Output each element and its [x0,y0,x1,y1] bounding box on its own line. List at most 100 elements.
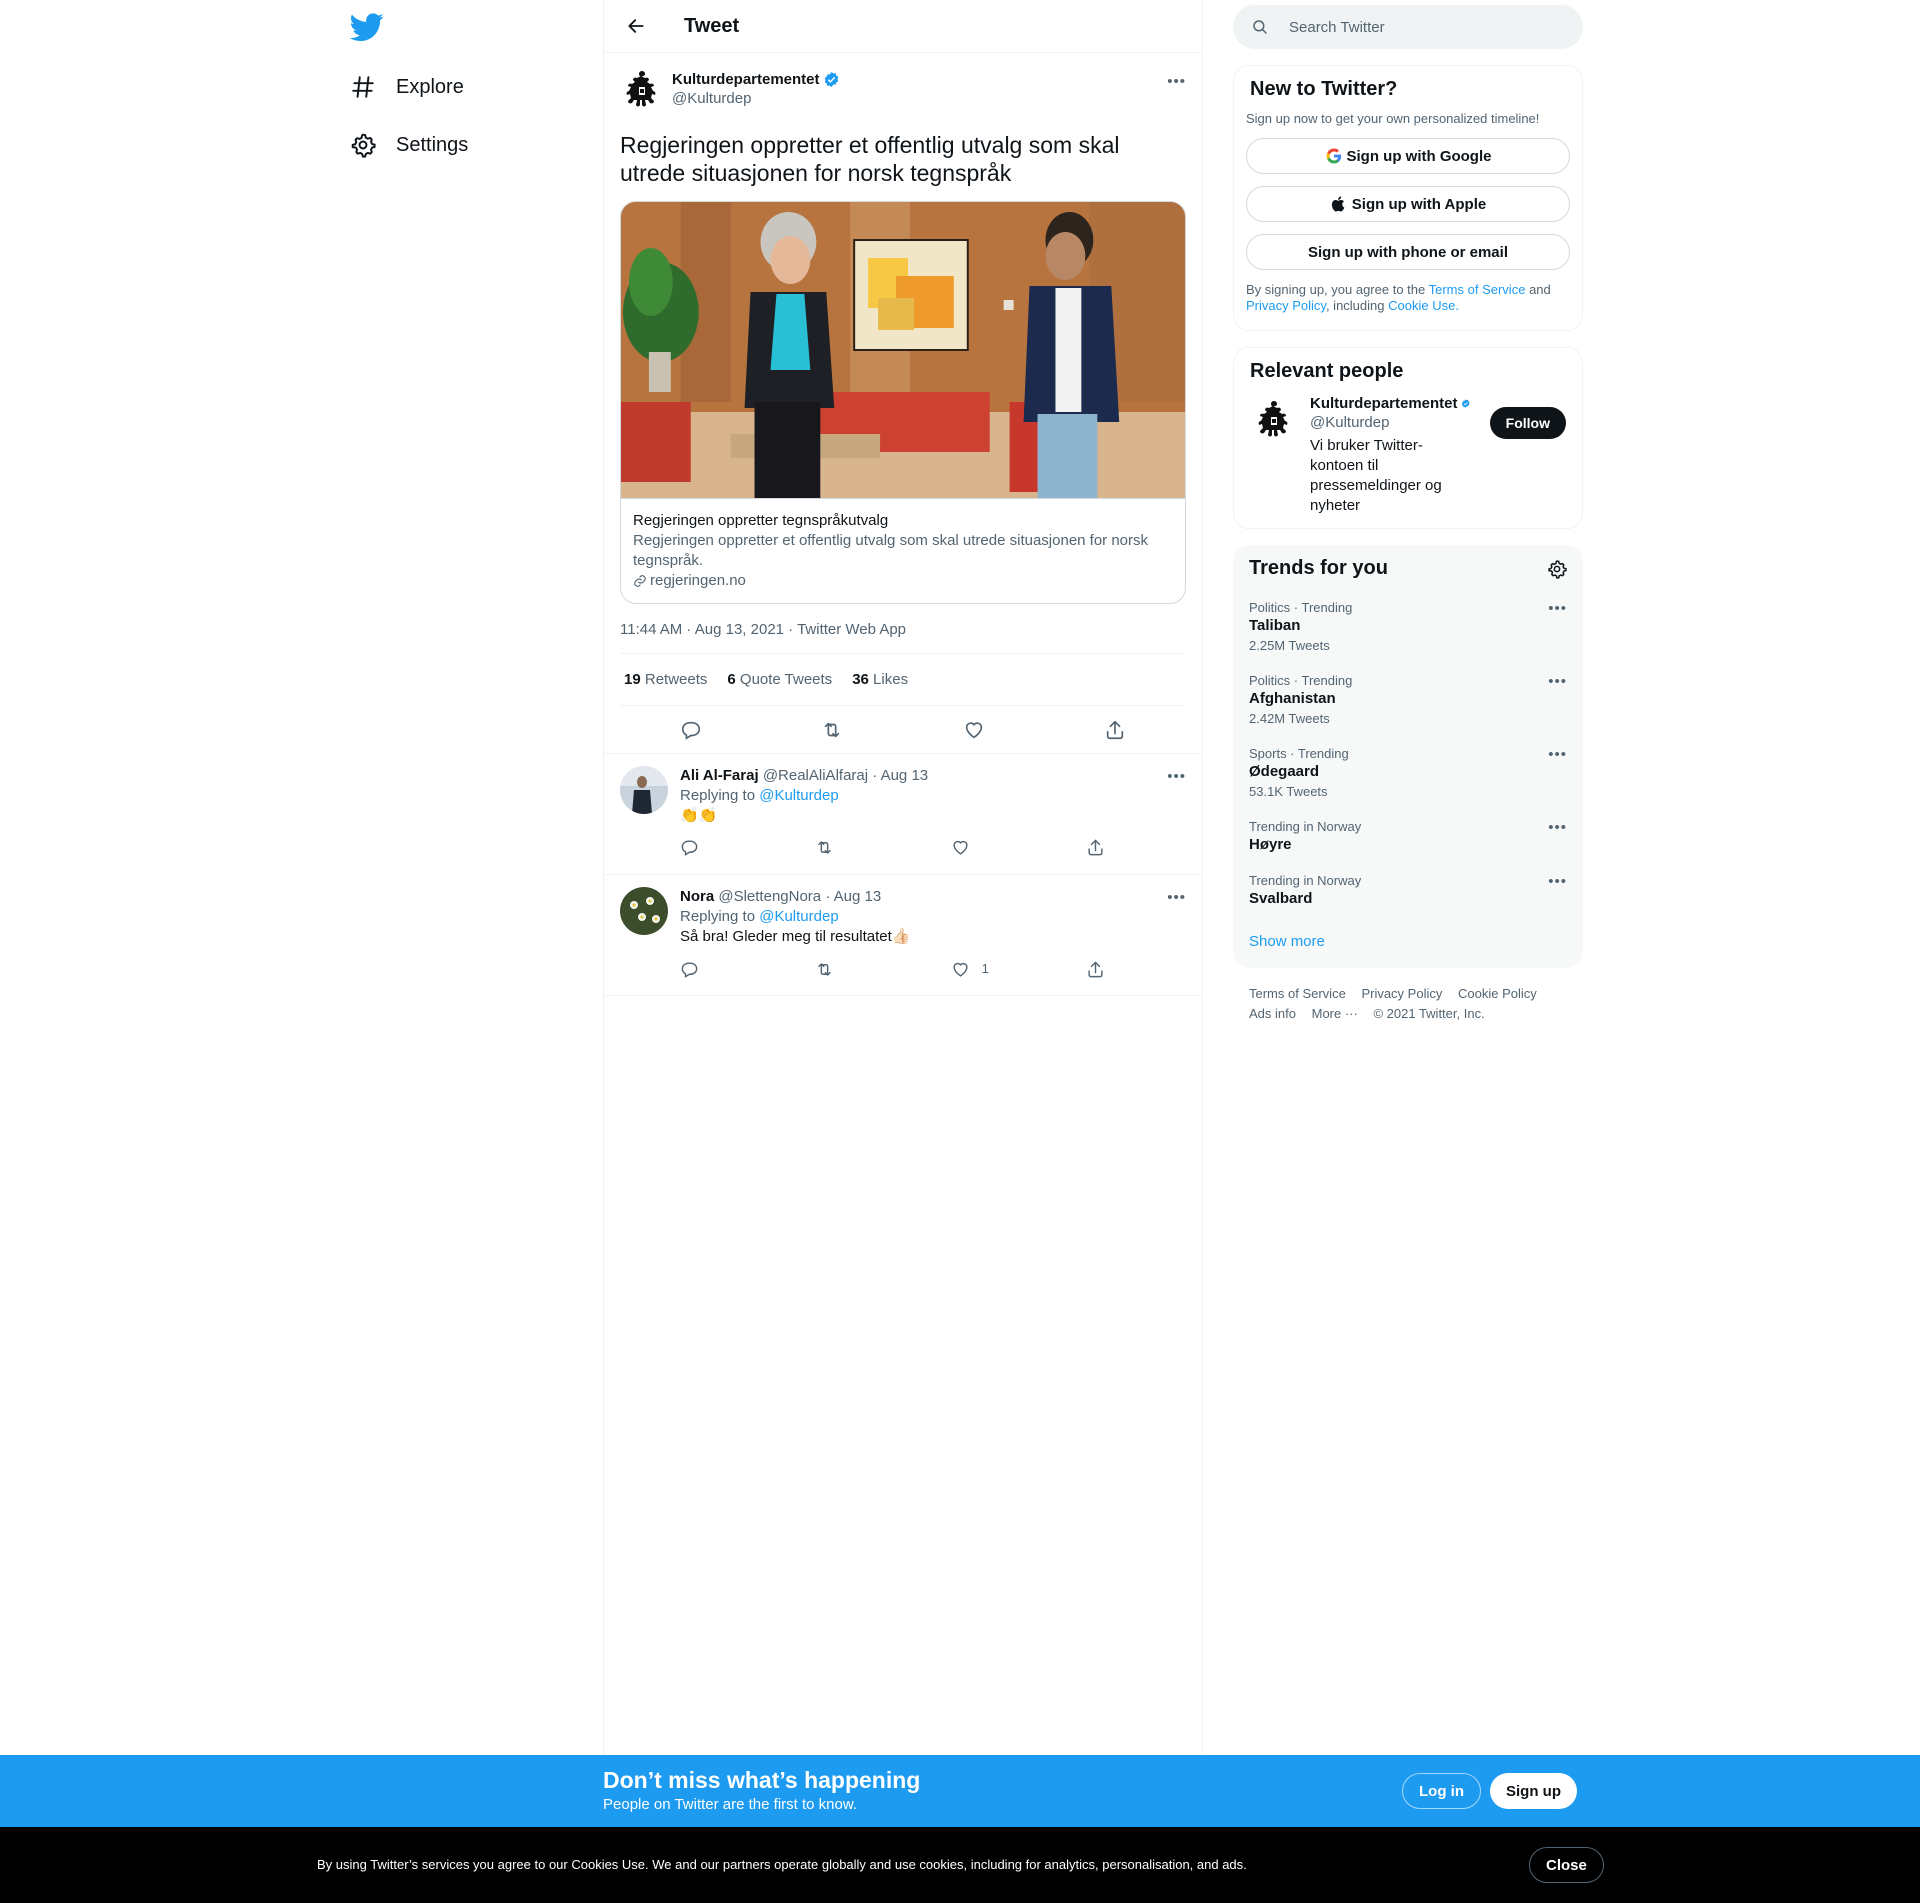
reply-date[interactable]: · Aug 13 [825,887,881,907]
footer-privacy-link[interactable]: Privacy Policy [1361,986,1442,1001]
twitter-bird-icon[interactable] [350,10,384,44]
nav-item-explore[interactable]: Explore [350,63,464,111]
signup-google-label: Sign up with Google [1346,147,1492,165]
retweets-stat[interactable]: 19 Retweets [624,671,707,688]
lion-crest-icon [1258,401,1288,437]
show-more-link[interactable]: Show more [1233,917,1583,968]
trend-category: Politics · Trending [1249,673,1353,688]
legal-text: By signing up, you agree to the [1246,282,1426,297]
likes-stat[interactable]: 36 Likes [852,671,908,688]
reply-author-name[interactable]: Nora [680,887,714,907]
heart-icon [953,840,968,855]
reply-button[interactable] [680,719,702,741]
gear-icon[interactable] [1547,559,1567,579]
cookie-use-link[interactable]: Cookie Use. [1388,298,1459,313]
footer-cookie-link[interactable]: Cookie Policy [1458,986,1537,1001]
tweet-stats: 19 Retweets 6 Quote Tweets 36 Likes [620,654,1186,706]
trend-item[interactable]: Trending in Norway Svalbard ••• [1233,863,1583,917]
footer-links: Terms of Service Privacy Policy Cookie P… [1233,968,1583,1040]
retweet-button[interactable] [821,719,843,741]
search-bar[interactable] [1233,5,1583,49]
retweet-icon [825,722,840,737]
footer-ads-link[interactable]: Ads info [1249,1006,1296,1021]
avatar[interactable] [620,766,668,814]
signup-apple-button[interactable]: Sign up with Apple [1246,186,1570,222]
more-options-icon[interactable]: ••• [1167,889,1186,906]
author-name[interactable]: Kulturdepartementet [672,71,840,88]
person-name-text: Kulturdepartementet [1310,395,1458,412]
trend-item[interactable]: Trending in Norway Høyre ••• [1233,809,1583,863]
relevant-person[interactable]: Kulturdepartementet @Kulturdep Vi bruker… [1234,383,1582,528]
tweet-actions [620,706,1186,753]
replying-to-link[interactable]: @Kulturdep [759,908,838,925]
trend-item[interactable]: Sports · Trending Ødegaard 53.1K Tweets … [1233,736,1583,809]
reply-author-handle: @SlettengNora [718,888,822,905]
gear-icon [351,133,376,158]
share-button[interactable] [1086,838,1105,857]
signup-google-button[interactable]: Sign up with Google [1246,138,1570,174]
reply-date[interactable]: · Aug 13 [872,766,928,786]
reply-actions: 1 [680,959,1105,979]
like-button[interactable]: 1 [951,959,1051,979]
right-sidebar: New to Twitter? Sign up now to get your … [1233,0,1583,1040]
avatar[interactable] [620,67,664,111]
heart-icon [965,721,982,738]
follow-button[interactable]: Follow [1489,407,1566,439]
signup-button[interactable]: Sign up [1490,1773,1577,1809]
arrow-left-icon [628,19,644,33]
trend-name: Ødegaard [1249,763,1320,780]
signup-subtitle: Sign up now to get your own personalized… [1246,111,1540,126]
search-input[interactable] [1289,18,1549,36]
more-options-icon[interactable]: ••• [1167,73,1186,90]
tweet-author: Kulturdepartementet @Kulturdep ••• [620,67,1186,111]
privacy-link[interactable]: Privacy Policy [1246,298,1326,313]
back-button[interactable] [618,8,654,44]
more-options-icon[interactable]: ••• [1548,819,1567,836]
reply-tweet[interactable]: Ali Al-Faraj @RealAliAlfaraj · Aug 13 Re… [604,754,1202,875]
reply-text: 👏👏 [680,807,718,824]
more-options-icon[interactable]: ••• [1548,746,1567,763]
like-button[interactable] [951,838,1051,857]
hashtag-icon [352,76,374,98]
avatar[interactable] [620,887,668,935]
like-count: 1 [981,961,989,976]
reply-button[interactable] [680,959,780,979]
trend-item[interactable]: Politics · Trending Afghanistan 2.42M Tw… [1233,663,1583,736]
quote-tweets-stat[interactable]: 6 Quote Tweets [727,671,832,688]
signup-phone-button[interactable]: Sign up with phone or email [1246,234,1570,270]
more-options-icon[interactable]: ••• [1548,873,1567,890]
retweet-button[interactable] [815,959,915,979]
terms-link[interactable]: Terms of Service [1429,282,1526,297]
person-name[interactable]: Kulturdepartementet [1310,395,1470,412]
share-button[interactable] [1104,719,1126,741]
verified-badge-icon [1461,399,1470,408]
tweet-text: Regjeringen oppretter et offentlig utval… [620,132,1120,186]
cookie-banner: By using Twitter’s services you agree to… [0,1827,1920,1903]
nav-item-settings[interactable]: Settings [350,121,468,169]
more-options-icon[interactable]: ••• [1548,673,1567,690]
legal-text: and [1529,282,1551,297]
like-button[interactable] [963,719,985,741]
footer-terms-link[interactable]: Terms of Service [1249,986,1346,1001]
avatar[interactable] [1250,395,1298,443]
flowers-photo [620,887,668,935]
cookie-close-button[interactable]: Close [1529,1847,1604,1883]
reply-button[interactable] [680,838,780,857]
footer-more-link[interactable]: More ··· [1312,1006,1358,1021]
reply-author-name[interactable]: Ali Al-Faraj [680,766,759,786]
trend-item[interactable]: Politics · Trending Taliban 2.25M Tweets… [1233,590,1583,663]
share-icon [1088,961,1103,977]
retweet-button[interactable] [815,838,915,857]
trend-category: Politics · Trending [1249,600,1353,615]
reply-tweet[interactable]: Nora @SlettengNora · Aug 13 Replying to … [604,875,1202,996]
reply-actions [680,838,1105,857]
more-options-icon[interactable]: ••• [1167,768,1186,785]
replying-to-link[interactable]: @Kulturdep [759,787,838,804]
share-button[interactable] [1086,959,1105,979]
login-button[interactable]: Log in [1402,1773,1481,1809]
card-image [621,202,1185,498]
trend-name: Afghanistan [1249,690,1336,707]
link-card[interactable]: Regjeringen oppretter tegnspråkutvalg Re… [620,201,1186,604]
more-options-icon[interactable]: ••• [1548,600,1567,617]
author-handle: @Kulturdep [672,90,752,107]
